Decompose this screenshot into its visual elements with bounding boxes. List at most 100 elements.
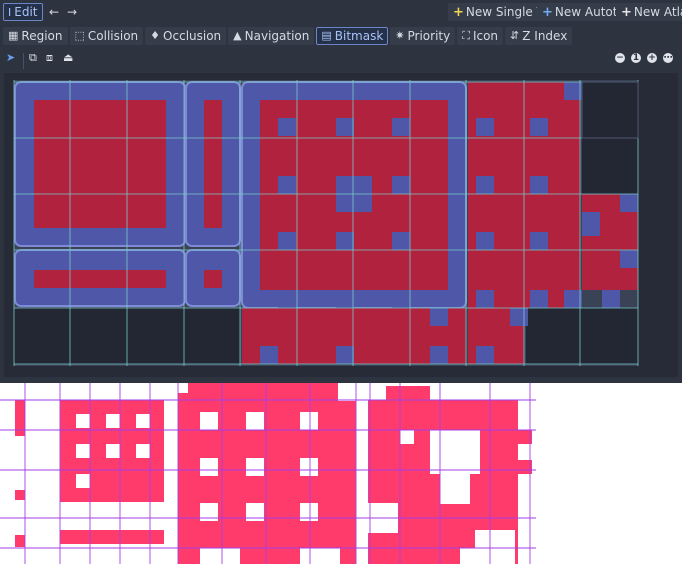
bitmask-hole — [564, 290, 582, 308]
texture-gap — [246, 458, 264, 476]
bitmask-hole — [530, 290, 548, 308]
mode-collision-button[interactable]: ⬚ Collision — [69, 26, 144, 45]
bitmask-hole — [530, 118, 548, 136]
bitmask-hole — [530, 176, 548, 194]
texture-gap — [76, 414, 90, 428]
texture-gap — [338, 383, 356, 401]
zoom-out-icon[interactable]: − — [615, 53, 625, 63]
plus-icon: + — [542, 4, 553, 20]
empty-tile — [582, 82, 638, 138]
texture-pixel — [15, 535, 25, 547]
texture-gap — [440, 474, 470, 504]
edit-icon: Ⅰ — [8, 5, 12, 19]
plus-icon: + — [453, 4, 464, 20]
bitmask-fill — [34, 270, 166, 288]
mode-priority-button[interactable]: ✷ Priority — [390, 26, 456, 45]
bitmask-fill — [34, 100, 166, 228]
tileset-canvas[interactable] — [0, 70, 682, 383]
texture-gap — [106, 414, 120, 428]
bitmask-hole — [336, 118, 354, 136]
bitmask-hole — [392, 176, 410, 194]
tool-bar: ➤ ⧉ ⧈ ⏏ − 1 + ⋯ — [0, 49, 682, 69]
bitmask-hole — [278, 290, 296, 308]
plus-icon: + — [621, 4, 632, 20]
select-tool-icon[interactable]: ➤ — [6, 51, 15, 64]
bitmask-fill — [204, 270, 222, 288]
bitmask-fill — [204, 100, 222, 228]
bitmask-hole — [430, 346, 448, 364]
bitmask-hole — [620, 250, 638, 268]
texture-block — [386, 386, 430, 400]
bitmask-hole — [620, 194, 638, 212]
bitmask-hole — [602, 290, 620, 308]
bitmask-hole — [336, 232, 354, 250]
bitmask-hole — [510, 308, 528, 326]
texture-gap — [246, 412, 264, 430]
bitmask-icon: ▤ — [321, 29, 332, 42]
bitmask-hole — [476, 176, 494, 194]
empty-tile — [582, 138, 638, 194]
bitmask-hole — [392, 290, 410, 308]
options-icon[interactable]: ⋯ — [663, 53, 673, 63]
bitmask-hole — [530, 232, 548, 250]
priority-icon: ✷ — [395, 29, 405, 42]
bitmask-hole — [476, 290, 494, 308]
bitmask-hole — [392, 232, 410, 250]
texture-gap — [136, 414, 150, 428]
new-atlas-button[interactable]: + New Atlas — [616, 3, 682, 21]
bitmask-hole — [278, 118, 296, 136]
texture-pixel — [15, 400, 25, 436]
next-tile-button[interactable]: → — [62, 3, 82, 21]
texture-gap — [200, 458, 218, 476]
bitmask-hole — [476, 232, 494, 250]
bitmask-hole — [278, 176, 296, 194]
tileset-workspace[interactable] — [0, 70, 682, 383]
z-index-icon: ⇵ — [510, 29, 520, 42]
mode-navigation-button[interactable]: ▲ Navigation — [228, 26, 315, 45]
zoom-in-icon[interactable]: + — [647, 53, 657, 63]
texture-gap — [178, 383, 188, 393]
region-icon: ▦ — [8, 29, 19, 42]
edit-button[interactable]: Ⅰ Edit — [3, 3, 43, 21]
arrow-left-icon: ← — [49, 5, 60, 19]
bitmask-hole — [430, 308, 448, 326]
mode-z-index-button[interactable]: ⇵ Z Index — [505, 26, 573, 45]
separator — [23, 53, 24, 69]
texture-gap — [136, 444, 150, 458]
texture-pixel — [15, 490, 25, 500]
mode-bitmask-button[interactable]: ▤ Bitmask — [316, 26, 389, 45]
bitmask-hole — [336, 346, 354, 364]
texture-preview — [0, 383, 682, 564]
texture-gap — [200, 548, 240, 564]
texture-gap — [300, 458, 318, 476]
paste-bitmask-icon[interactable]: ⧈ — [46, 51, 53, 65]
mode-region-button[interactable]: ▦ Region — [3, 26, 68, 45]
texture-gap — [400, 430, 414, 444]
bitmask-hole — [392, 118, 410, 136]
texture-gap — [106, 444, 120, 458]
occlusion-icon: ♦ — [150, 29, 161, 42]
texture-gap — [430, 430, 480, 474]
copy-bitmask-icon[interactable]: ⧉ — [29, 51, 37, 65]
texture-gap — [76, 444, 90, 458]
mode-occlusion-button[interactable]: ♦ Occlusion — [145, 26, 227, 45]
edit-mode-bar: ▦ Region ⬚ Collision ♦ Occlusion ▲ Navigatio… — [0, 25, 682, 46]
texture-gap — [200, 412, 218, 430]
texture-gap — [300, 548, 340, 564]
navigation-icon: ▲ — [233, 29, 242, 42]
bitmask-hole — [336, 290, 354, 308]
arrow-right-icon: → — [67, 5, 78, 19]
mode-icon-button[interactable]: ⛶ Icon — [457, 26, 504, 45]
bitmask-hole — [260, 346, 278, 364]
tileset-editor: Ⅰ Edit ← → + New Single Tile + New Autot… — [0, 0, 682, 383]
texture-block — [60, 530, 164, 544]
bitmask-hole — [278, 232, 296, 250]
zoom-reset-icon[interactable]: 1 — [631, 53, 641, 63]
bitmask-hole — [564, 82, 582, 100]
texture-gap — [475, 530, 515, 564]
collision-icon: ⬚ — [74, 29, 85, 42]
clear-bitmask-icon[interactable]: ⏏ — [63, 51, 73, 64]
bitmask-hole — [476, 118, 494, 136]
texture-gap — [460, 548, 476, 564]
icon-icon: ⛶ — [462, 29, 470, 42]
